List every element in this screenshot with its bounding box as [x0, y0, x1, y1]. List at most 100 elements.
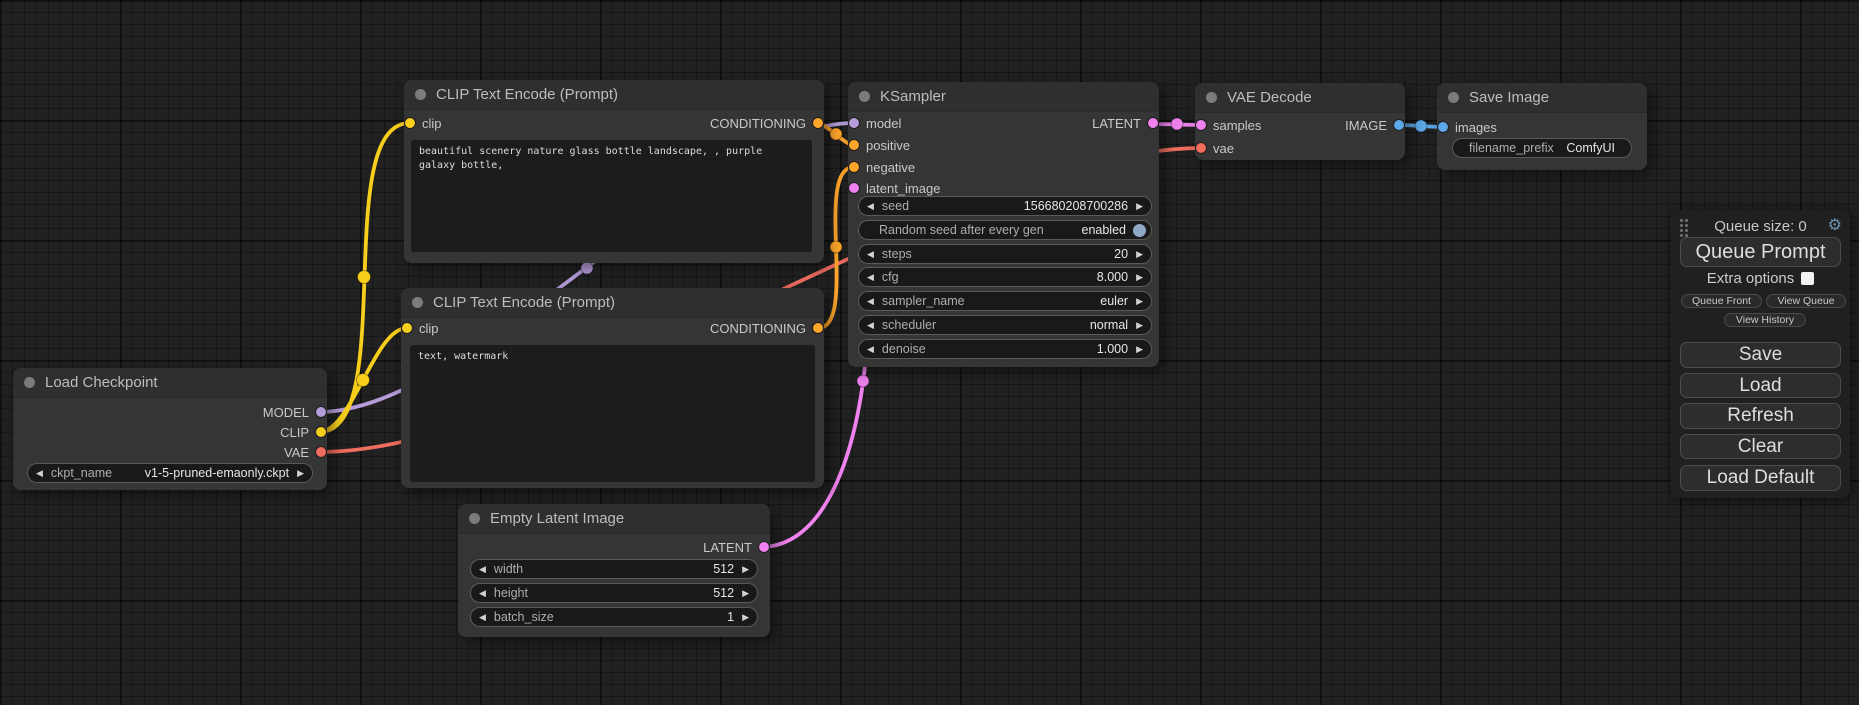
node-title-bar[interactable]: KSampler [848, 82, 1159, 112]
slot-dot-model[interactable] [849, 118, 859, 128]
queue-front-button[interactable]: Queue Front [1681, 294, 1762, 308]
link-midpoint-dot[interactable] [830, 241, 842, 253]
output-slot-latent[interactable]: LATENT [703, 537, 769, 557]
slot-dot-latent[interactable] [1196, 120, 1206, 130]
slot-dot-vae[interactable] [316, 447, 326, 457]
input-slot-negative[interactable]: negative [849, 157, 915, 177]
extra-options-checkbox[interactable] [1801, 272, 1814, 285]
decrement-arrow-icon[interactable]: ◀ [471, 564, 494, 575]
widget-seed[interactable]: ◀ seed 156680208700286 ▶ [858, 196, 1152, 216]
node-title-bar[interactable]: VAE Decode [1195, 83, 1405, 113]
node-graph-canvas[interactable]: Load Checkpoint MODEL CLIP VAE ◀ ckpt_na… [0, 0, 1859, 705]
link-midpoint-dot[interactable] [358, 271, 371, 284]
decrement-arrow-icon[interactable]: ◀ [28, 468, 51, 479]
widget-cfg[interactable]: ◀ cfg 8.000 ▶ [858, 267, 1152, 287]
output-slot-latent[interactable]: LATENT [1092, 113, 1158, 133]
load-default-button[interactable]: Load Default [1680, 465, 1841, 491]
output-slot-conditioning[interactable]: CONDITIONING [710, 318, 823, 338]
collapse-dot-icon[interactable] [24, 377, 35, 388]
prompt-textarea[interactable]: text, watermark [410, 345, 815, 482]
node-clip-text-encode-negative[interactable]: CLIP Text Encode (Prompt) clip CONDITION… [401, 288, 824, 488]
decrement-arrow-icon[interactable]: ◀ [471, 612, 494, 623]
node-load-checkpoint[interactable]: Load Checkpoint MODEL CLIP VAE ◀ ckpt_na… [13, 368, 327, 490]
slot-dot-latent[interactable] [1148, 118, 1158, 128]
load-button[interactable]: Load [1680, 373, 1841, 398]
output-slot-clip[interactable]: CLIP [280, 422, 326, 442]
increment-arrow-icon[interactable]: ▶ [1128, 296, 1151, 307]
input-slot-clip[interactable]: clip [405, 113, 442, 133]
settings-gear-icon[interactable]: ⚙ [1828, 215, 1842, 235]
slot-dot-conditioning[interactable] [849, 140, 859, 150]
slot-dot-conditioning[interactable] [813, 323, 823, 333]
collapse-dot-icon[interactable] [469, 513, 480, 524]
slot-dot-latent[interactable] [759, 542, 769, 552]
decrement-arrow-icon[interactable]: ◀ [471, 588, 494, 599]
output-slot-vae[interactable]: VAE [284, 442, 326, 462]
decrement-arrow-icon[interactable]: ◀ [859, 272, 882, 283]
toggle-knob-icon[interactable] [1133, 224, 1146, 237]
link-midpoint-dot[interactable] [1415, 120, 1427, 132]
increment-arrow-icon[interactable]: ▶ [734, 564, 757, 575]
input-slot-vae[interactable]: vae [1196, 138, 1234, 158]
output-slot-conditioning[interactable]: CONDITIONING [710, 113, 823, 133]
link-midpoint-dot[interactable] [357, 374, 370, 387]
node-vae-decode[interactable]: VAE Decode samples IMAGE vae [1195, 83, 1405, 160]
node-title-bar[interactable]: CLIP Text Encode (Prompt) [401, 288, 824, 318]
node-ksampler[interactable]: KSampler model LATENT positive negative … [848, 82, 1159, 367]
input-slot-latent-image[interactable]: latent_image [849, 178, 940, 198]
save-button[interactable]: Save [1680, 342, 1841, 368]
prompt-textarea[interactable]: beautiful scenery nature glass bottle la… [411, 140, 812, 252]
view-history-button[interactable]: View History [1724, 313, 1806, 327]
output-slot-image[interactable]: IMAGE [1345, 115, 1404, 135]
increment-arrow-icon[interactable]: ▶ [734, 588, 757, 599]
collapse-dot-icon[interactable] [412, 297, 423, 308]
collapse-dot-icon[interactable] [1448, 92, 1459, 103]
input-slot-samples[interactable]: samples [1196, 115, 1261, 135]
increment-arrow-icon[interactable]: ▶ [1128, 201, 1151, 212]
slot-dot-vae[interactable] [1196, 143, 1206, 153]
input-slot-images[interactable]: images [1438, 117, 1497, 137]
widget-sampler-name[interactable]: ◀ sampler_name euler ▶ [858, 291, 1152, 311]
node-save-image[interactable]: Save Image images filename_prefix ComfyU… [1437, 83, 1647, 170]
collapse-dot-icon[interactable] [859, 91, 870, 102]
widget-random-seed-toggle[interactable]: Random seed after every gen enabled [858, 220, 1152, 240]
slot-dot-image[interactable] [1394, 120, 1404, 130]
widget-ckpt-name[interactable]: ◀ ckpt_name v1-5-pruned-emaonly.ckpt ▶ [27, 463, 313, 483]
slot-dot-model[interactable] [316, 407, 326, 417]
widget-steps[interactable]: ◀ steps 20 ▶ [858, 244, 1152, 264]
widget-batch-size[interactable]: ◀ batch_size 1 ▶ [470, 607, 758, 627]
link-midpoint-dot[interactable] [857, 375, 869, 387]
link-midpoint-dot[interactable] [830, 128, 842, 140]
input-slot-model[interactable]: model [849, 113, 901, 133]
output-slot-model[interactable]: MODEL [263, 402, 326, 422]
slot-dot-clip[interactable] [405, 118, 415, 128]
slot-dot-conditioning[interactable] [849, 162, 859, 172]
decrement-arrow-icon[interactable]: ◀ [859, 249, 882, 260]
decrement-arrow-icon[interactable]: ◀ [859, 344, 882, 355]
slot-dot-clip[interactable] [316, 427, 326, 437]
node-title-bar[interactable]: Empty Latent Image [458, 504, 770, 534]
widget-denoise[interactable]: ◀ denoise 1.000 ▶ [858, 339, 1152, 359]
node-title-bar[interactable]: CLIP Text Encode (Prompt) [404, 80, 824, 110]
node-clip-text-encode-positive[interactable]: CLIP Text Encode (Prompt) clip CONDITION… [404, 80, 824, 263]
link-midpoint-dot[interactable] [581, 262, 593, 274]
collapse-dot-icon[interactable] [1206, 92, 1217, 103]
slot-dot-clip[interactable] [402, 323, 412, 333]
queue-prompt-button[interactable]: Queue Prompt [1680, 237, 1841, 267]
node-title-bar[interactable]: Save Image [1437, 83, 1647, 113]
widget-width[interactable]: ◀ width 512 ▶ [470, 559, 758, 579]
input-slot-clip[interactable]: clip [402, 318, 439, 338]
slot-dot-image[interactable] [1438, 122, 1448, 132]
decrement-arrow-icon[interactable]: ◀ [859, 296, 882, 307]
increment-arrow-icon[interactable]: ▶ [1128, 272, 1151, 283]
clear-button[interactable]: Clear [1680, 434, 1841, 459]
increment-arrow-icon[interactable]: ▶ [1128, 320, 1151, 331]
node-title-bar[interactable]: Load Checkpoint [13, 368, 327, 398]
decrement-arrow-icon[interactable]: ◀ [859, 201, 882, 212]
increment-arrow-icon[interactable]: ▶ [289, 468, 312, 479]
input-slot-positive[interactable]: positive [849, 135, 910, 155]
slot-dot-latent[interactable] [849, 183, 859, 193]
link-midpoint-dot[interactable] [1171, 118, 1183, 130]
view-queue-button[interactable]: View Queue [1766, 294, 1846, 308]
collapse-dot-icon[interactable] [415, 89, 426, 100]
